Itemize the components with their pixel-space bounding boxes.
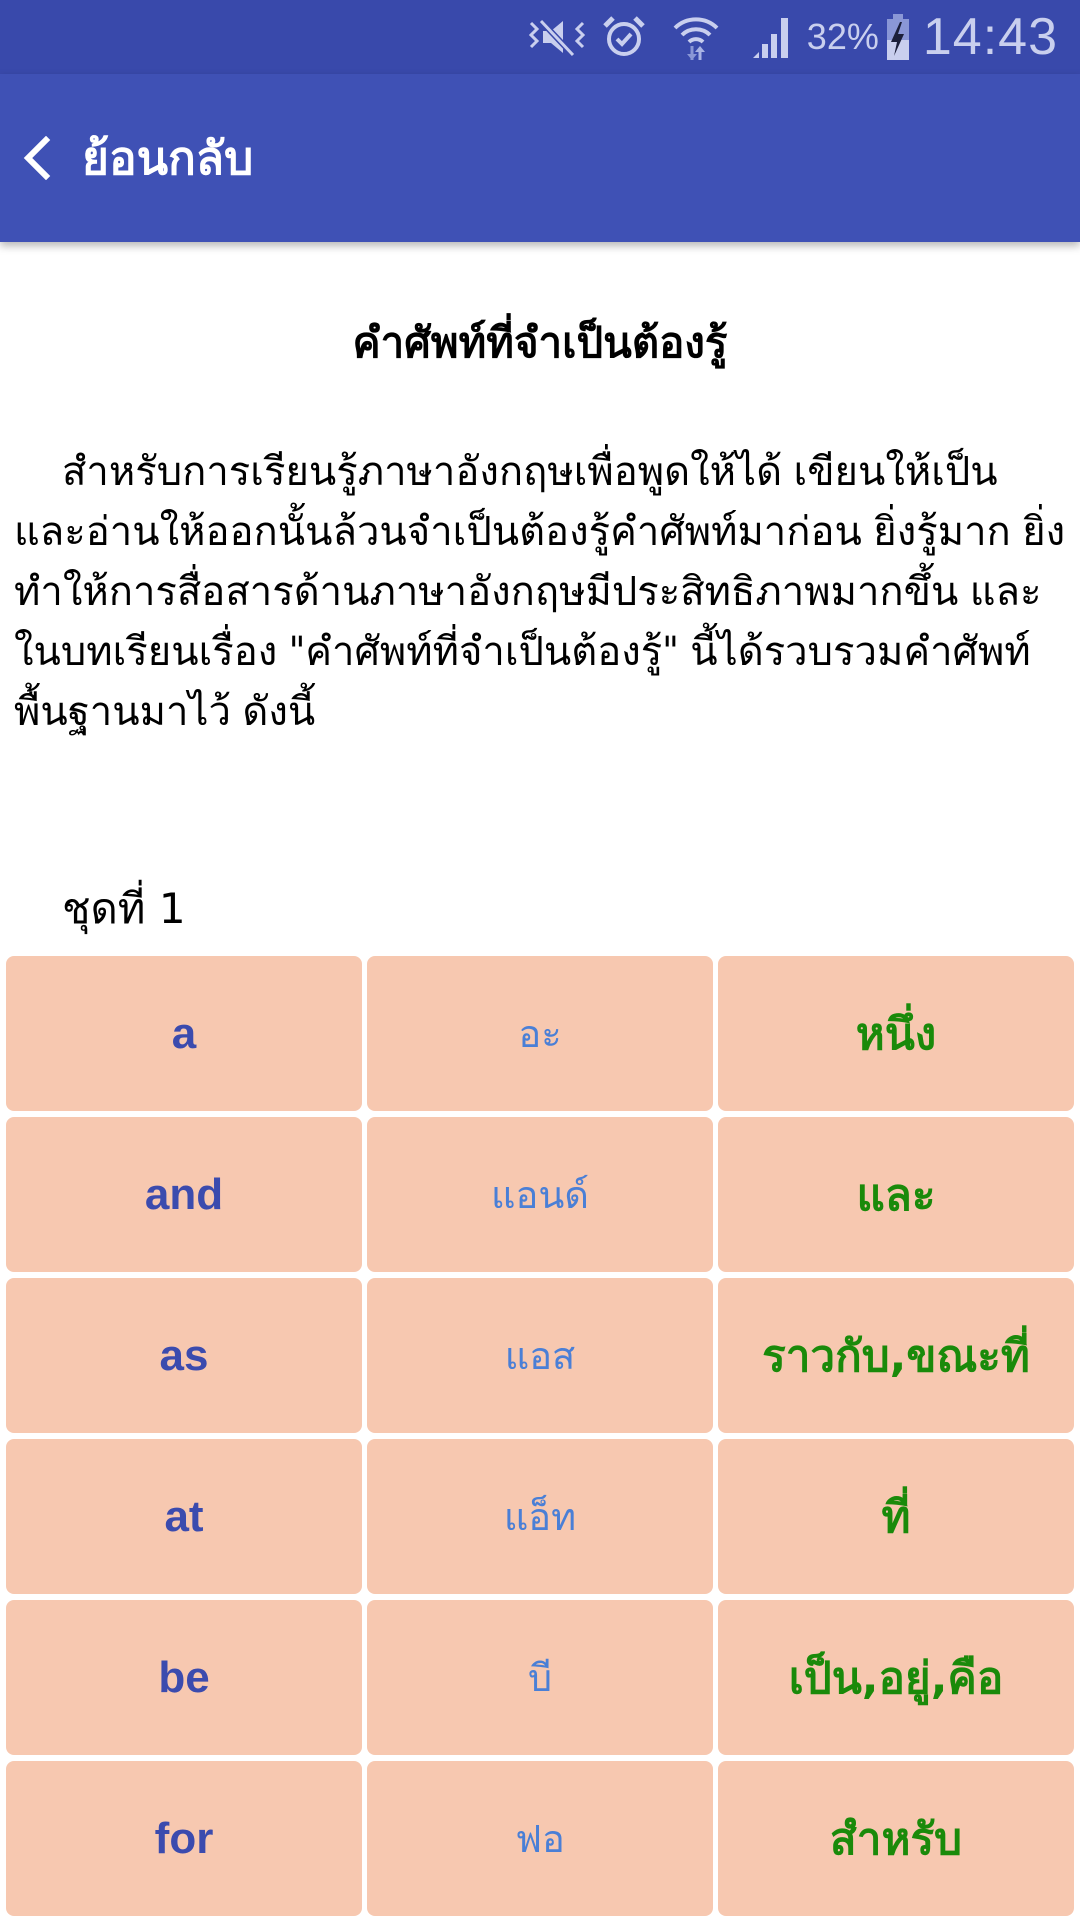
alarm-icon (601, 14, 647, 60)
english-word-cell[interactable]: for (6, 1761, 362, 1916)
battery-percent: 32% (806, 16, 879, 57)
pronunciation-cell[interactable]: บี (367, 1600, 713, 1755)
battery-charging-icon (885, 12, 911, 62)
thai-meaning-cell[interactable]: หนึ่ง (718, 956, 1074, 1111)
pronunciation-cell[interactable]: ฟอ (367, 1761, 713, 1916)
clock: 14:43 (922, 8, 1058, 66)
thai-meaning-cell[interactable]: และ (718, 1117, 1074, 1272)
set-label: ชุดที่ 1 (62, 884, 186, 933)
thai-meaning-cell[interactable]: สำหรับ (718, 1761, 1074, 1916)
thai-meaning-cell[interactable]: ที่ (718, 1439, 1074, 1594)
pronunciation-cell[interactable]: แอนด์ (367, 1117, 713, 1272)
back-button[interactable]: ย้อนกลับ (22, 122, 253, 195)
pronunciation-cell[interactable]: แอส (367, 1278, 713, 1433)
chevron-left-icon (23, 136, 51, 180)
pronunciation-cell[interactable]: อะ (367, 956, 713, 1111)
wifi-icon (671, 12, 721, 62)
page-title: คำศัพท์ที่จำเป็นต้องรู้ (352, 318, 728, 367)
thai-meaning-cell[interactable]: ราวกับ,ขณะที่ (718, 1278, 1074, 1433)
mute-vibrate-icon (527, 15, 587, 59)
english-word-cell[interactable]: at (6, 1439, 362, 1594)
vocab-grid: a อะ หนึ่ง and แอนด์ และ as แอส ราวกับ,ข… (6, 956, 1074, 1916)
status-bar: 32% 14:43 (0, 0, 1080, 74)
english-word-cell[interactable]: be (6, 1600, 362, 1755)
back-label: ย้อนกลับ (82, 130, 254, 185)
thai-meaning-cell[interactable]: เป็น,อยู่,คือ (718, 1600, 1074, 1755)
signal-icon (751, 14, 793, 60)
app-bar: ย้อนกลับ (0, 74, 1080, 242)
english-word-cell[interactable]: and (6, 1117, 362, 1272)
english-word-cell[interactable]: a (6, 956, 362, 1111)
intro-paragraph: สำหรับการเรียนรู้ภาษาอังกฤษเพื่อพูดให้ได… (14, 449, 1066, 735)
english-word-cell[interactable]: as (6, 1278, 362, 1433)
pronunciation-cell[interactable]: แอ็ท (367, 1439, 713, 1594)
